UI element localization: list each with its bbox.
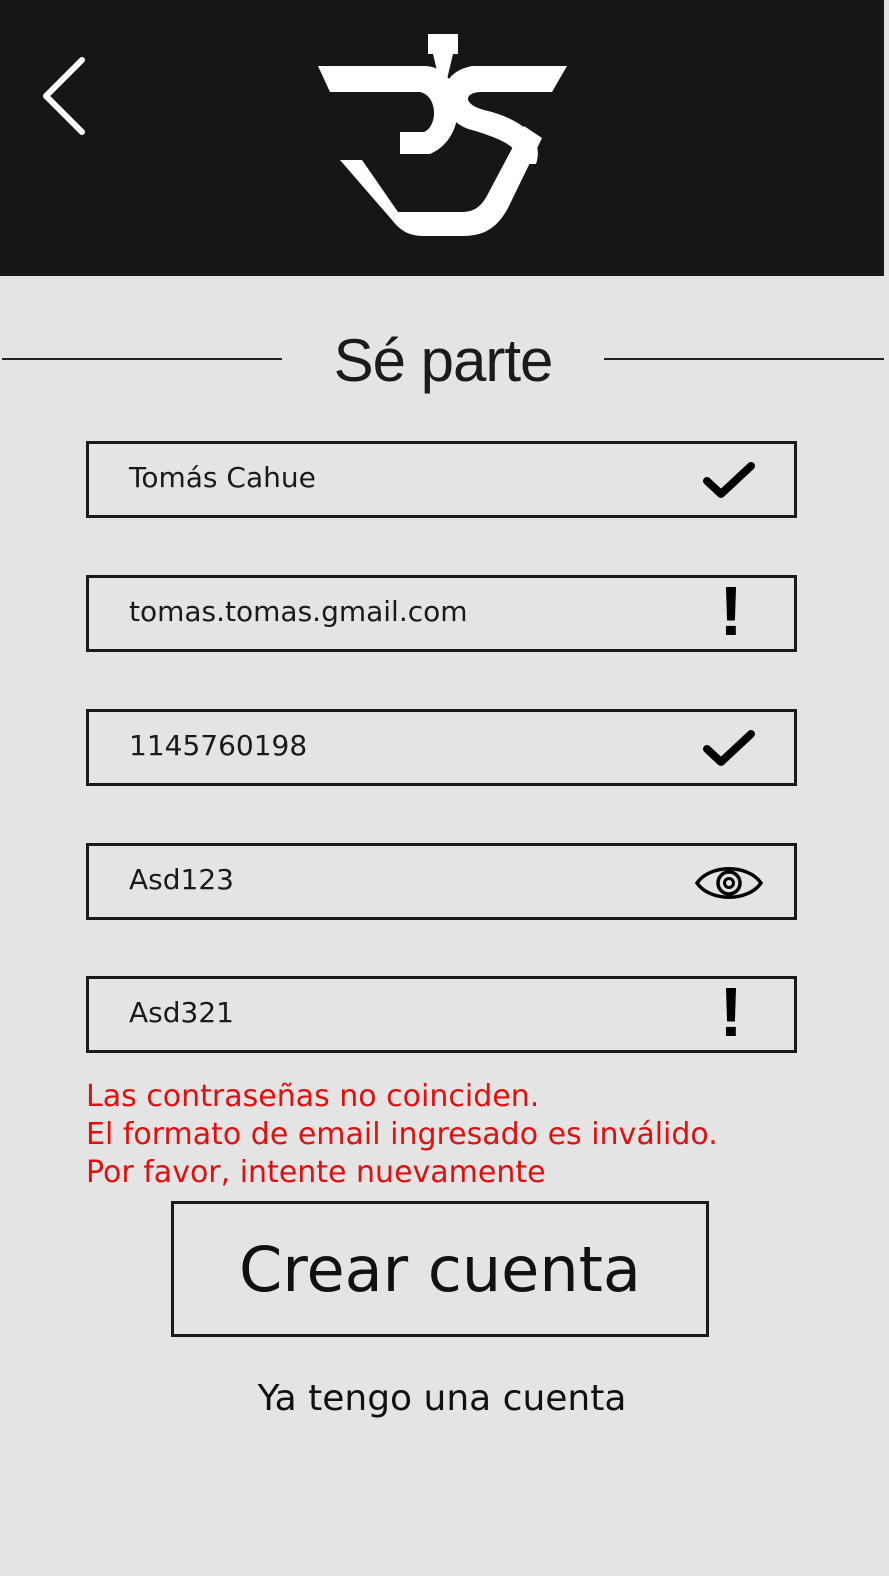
title-divider-right (604, 358, 884, 360)
phone-field-value: 1145760198 (129, 729, 308, 762)
alert-icon: ! (719, 973, 743, 1051)
name-field-value: Tomás Cahue (129, 461, 316, 494)
rs-logo (318, 34, 567, 236)
email-field-value: tomas.tomas.gmail.com (129, 595, 468, 628)
check-icon (694, 724, 764, 774)
error-password-mismatch: Las contraseñas no coinciden. (86, 1079, 540, 1114)
error-messages: Las contraseñas no coinciden. El formato… (86, 1078, 718, 1192)
chevron-left-icon (43, 57, 85, 135)
password-field-value: Asd123 (129, 863, 234, 896)
confirm-password-field-value: Asd321 (129, 996, 234, 1029)
phone-field[interactable]: 1145760198 (86, 709, 797, 786)
page-title: Sé parte (333, 327, 554, 394)
create-account-button[interactable]: Crear cuenta (171, 1201, 709, 1337)
error-email-format: El formato de email ingresado es inválid… (86, 1117, 718, 1152)
title-row: Sé parte (0, 320, 884, 410)
error-retry: Por favor, intente nuevamente (86, 1155, 546, 1190)
back-button[interactable] (36, 52, 96, 142)
app-header (0, 0, 884, 276)
existing-account-link[interactable]: Ya tengo una cuenta (0, 1378, 884, 1419)
eye-icon[interactable] (694, 858, 764, 908)
check-icon (694, 456, 764, 506)
name-field[interactable]: Tomás Cahue (86, 441, 797, 518)
title-divider-left (2, 358, 282, 360)
password-field[interactable]: Asd123 (86, 843, 797, 920)
alert-icon: ! (719, 572, 743, 650)
confirm-password-field[interactable]: Asd321 ! (86, 976, 797, 1053)
email-field[interactable]: tomas.tomas.gmail.com ! (86, 575, 797, 652)
